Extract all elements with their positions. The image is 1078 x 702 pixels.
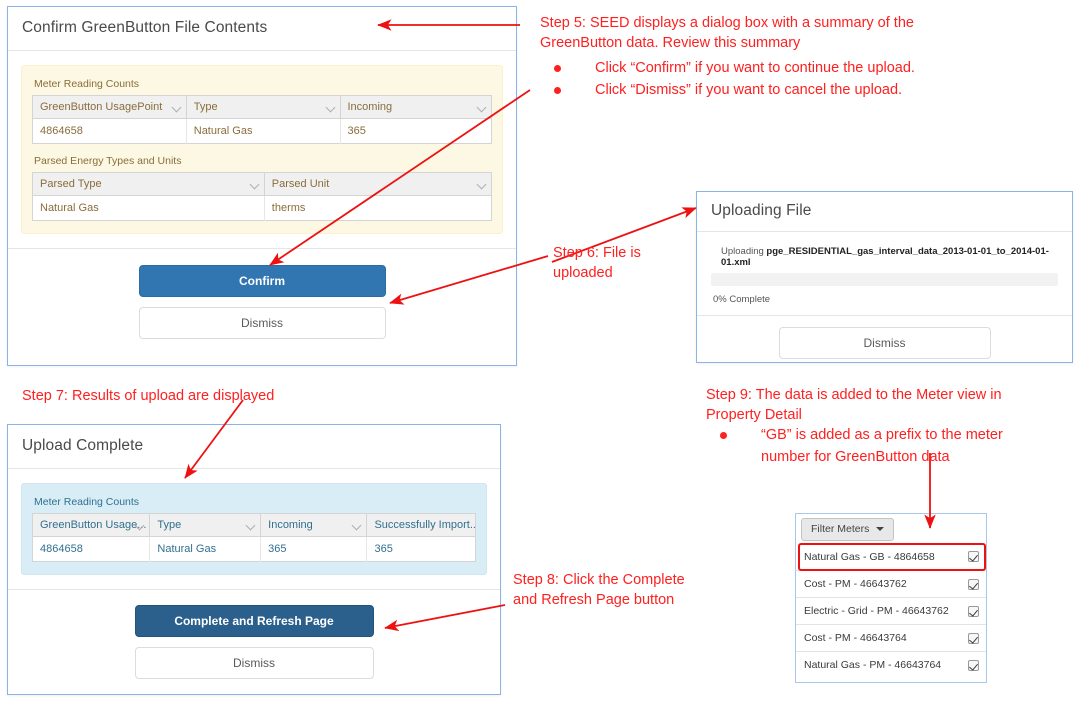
table-row: 4864658 Natural Gas 365 xyxy=(32,118,492,144)
annotation-step9-bullets: “GB” is added as a prefix to the meter n… xyxy=(706,425,1076,469)
uploading-filename-line: Uploading pge_RESIDENTIAL_gas_interval_d… xyxy=(721,246,1058,268)
bullet-dot-icon xyxy=(554,65,561,72)
meter-reading-counts-label: Meter Reading Counts xyxy=(34,496,140,508)
confirm-dialog-body: Meter Reading Counts GreenButton UsagePo… xyxy=(8,51,516,248)
confirm-button[interactable]: Confirm xyxy=(138,265,386,297)
bullet-dot-icon xyxy=(720,432,727,439)
confirm-dialog-header: Confirm GreenButton File Contents xyxy=(8,7,516,51)
bullet-item: Click “Dismiss” if you want to cancel th… xyxy=(540,80,1040,102)
cell-type: Natural Gas xyxy=(186,118,341,144)
filter-meters-label: Filter Meters xyxy=(811,523,870,535)
complete-dialog-header: Upload Complete xyxy=(8,425,500,469)
chevron-down-icon xyxy=(249,179,260,190)
upload-complete-dialog: Upload Complete Meter Reading Counts Gre… xyxy=(7,424,501,695)
meter-label: Cost - PM - 46643762 xyxy=(804,578,907,590)
column-header-type[interactable]: Type xyxy=(149,513,262,537)
table-header-row: GreenButton UsagePoint Type Incoming xyxy=(32,95,492,119)
uploading-prefix: Uploading xyxy=(721,246,767,257)
uploading-file-dialog: Uploading File Uploading pge_RESIDENTIAL… xyxy=(696,191,1073,363)
meter-list-item[interactable]: Electric - Grid - PM - 46643762 xyxy=(796,597,986,624)
complete-summary-panel: Meter Reading Counts GreenButton Usage..… xyxy=(21,483,487,575)
upload-progress-text: 0% Complete xyxy=(713,294,771,305)
dismiss-button[interactable]: Dismiss xyxy=(138,307,386,339)
cell-parsed-type: Natural Gas xyxy=(32,195,265,221)
meter-label: Natural Gas - GB - 4864658 xyxy=(804,550,935,563)
meter-checkbox[interactable] xyxy=(968,578,979,590)
meter-checkbox[interactable] xyxy=(968,659,979,671)
caret-down-icon xyxy=(876,527,885,532)
chevron-down-icon xyxy=(352,520,362,531)
meter-checkbox[interactable] xyxy=(968,632,979,644)
uploading-filename: pge_RESIDENTIAL_gas_interval_data_2013-0… xyxy=(721,246,1049,268)
bullet-dot-icon xyxy=(554,86,561,94)
column-header-type[interactable]: Type xyxy=(186,95,341,119)
meter-checkbox[interactable] xyxy=(968,605,979,617)
annotation-step5-bullets: Click “Confirm” if you want to continue … xyxy=(540,58,1040,102)
table-header-row: GreenButton Usage... Type Incoming Succe… xyxy=(32,513,476,537)
filter-meters-panel: Filter Meters Natural Gas - GB - 4864658… xyxy=(795,513,987,683)
complete-meter-reading-counts-table: GreenButton Usage... Type Incoming Succe… xyxy=(32,513,476,562)
annotation-step9: Step 9: The data is added to the Meter v… xyxy=(706,387,1002,423)
column-header-parsed-unit[interactable]: Parsed Unit xyxy=(264,172,492,196)
meter-reading-counts-table: GreenButton UsagePoint Type Incoming 486… xyxy=(32,95,492,144)
uploading-dismiss-button[interactable]: Dismiss xyxy=(778,327,991,359)
annotation-step7: Step 7: Results of upload are displayed xyxy=(22,388,275,404)
meter-label: Cost - PM - 46643764 xyxy=(804,632,907,644)
chevron-down-icon xyxy=(476,102,487,113)
column-header-usagepoint[interactable]: GreenButton UsagePoint xyxy=(32,95,187,119)
parsed-energy-types-table: Parsed Type Parsed Unit Natural Gas ther… xyxy=(32,172,492,221)
bullet-item: “GB” is added as a prefix to the meter n… xyxy=(706,425,1076,469)
upload-progress-bar xyxy=(711,273,1058,286)
complete-dismiss-button[interactable]: Dismiss xyxy=(134,647,374,679)
uploading-dialog-footer: Dismiss xyxy=(697,315,1072,371)
parsed-energy-types-label: Parsed Energy Types and Units xyxy=(34,155,182,167)
cell-parsed-unit: therms xyxy=(271,202,306,214)
uploading-dialog-header: Uploading File xyxy=(697,192,1072,232)
complete-dialog-body: Meter Reading Counts GreenButton Usage..… xyxy=(8,469,500,589)
annotation-step8: Step 8: Click the Complete and Refresh P… xyxy=(513,572,685,608)
column-header-successfully-imported[interactable]: Successfully Import... xyxy=(366,513,476,537)
meter-checkbox[interactable] xyxy=(968,551,979,562)
chevron-down-icon xyxy=(325,102,335,113)
uploading-dialog-title: Uploading File xyxy=(711,202,812,219)
column-header-incoming[interactable]: Incoming xyxy=(260,513,368,537)
cell-incoming: 365 xyxy=(260,536,368,562)
cell-incoming: 365 xyxy=(347,125,366,137)
confirm-dialog-title: Confirm GreenButton File Contents xyxy=(22,19,268,36)
cell-type: Natural Gas xyxy=(149,536,262,562)
meter-reading-counts-label: Meter Reading Counts xyxy=(34,78,140,90)
filter-meters-button-row: Filter Meters xyxy=(796,514,986,543)
table-row: 4864658 Natural Gas 365 365 xyxy=(32,536,476,562)
cell-usagepoint: 4864658 xyxy=(32,536,151,562)
filter-meters-dropdown-button[interactable]: Filter Meters xyxy=(801,518,895,541)
chevron-down-icon xyxy=(171,102,182,113)
meter-list-item[interactable]: Cost - PM - 46643762 xyxy=(796,570,986,597)
complete-and-refresh-page-button[interactable]: Complete and Refresh Page xyxy=(134,605,374,637)
complete-dialog-footer: Complete and Refresh Page Dismiss xyxy=(8,589,500,695)
meter-list-item[interactable]: Natural Gas - GB - 4864658 xyxy=(796,543,986,570)
confirm-summary-panel: Meter Reading Counts GreenButton UsagePo… xyxy=(21,65,503,234)
meter-list-item[interactable]: Cost - PM - 46643764 xyxy=(796,624,986,651)
chevron-down-icon xyxy=(476,179,487,190)
cell-successfully-imported: 365 xyxy=(374,543,393,555)
confirm-dialog-footer: Confirm Dismiss xyxy=(8,248,516,355)
meter-label: Natural Gas - PM - 46643764 xyxy=(804,659,942,671)
meter-label: Electric - Grid - PM - 46643762 xyxy=(804,605,949,617)
bullet-item: Click “Confirm” if you want to continue … xyxy=(540,58,1040,80)
chevron-down-icon xyxy=(245,520,256,531)
column-header-incoming[interactable]: Incoming xyxy=(340,95,492,119)
annotation-step6: Step 6: File is uploaded xyxy=(553,245,641,281)
table-header-row: Parsed Type Parsed Unit xyxy=(32,172,492,196)
complete-dialog-title: Upload Complete xyxy=(22,437,144,454)
column-header-usagepoint[interactable]: GreenButton Usage... xyxy=(32,513,151,537)
column-header-parsed-type[interactable]: Parsed Type xyxy=(32,172,265,196)
uploading-dialog-body: Uploading pge_RESIDENTIAL_gas_interval_d… xyxy=(697,232,1072,315)
meter-list-item[interactable]: Natural Gas - PM - 46643764 xyxy=(796,651,986,678)
table-row: Natural Gas therms xyxy=(32,195,492,221)
annotation-step5: Step 5: SEED displays a dialog box with … xyxy=(540,15,914,51)
confirm-greenbutton-dialog: Confirm GreenButton File Contents Meter … xyxy=(7,6,517,366)
meter-list: Natural Gas - GB - 4864658 Cost - PM - 46… xyxy=(796,543,986,678)
cell-usagepoint: 4864658 xyxy=(32,118,187,144)
